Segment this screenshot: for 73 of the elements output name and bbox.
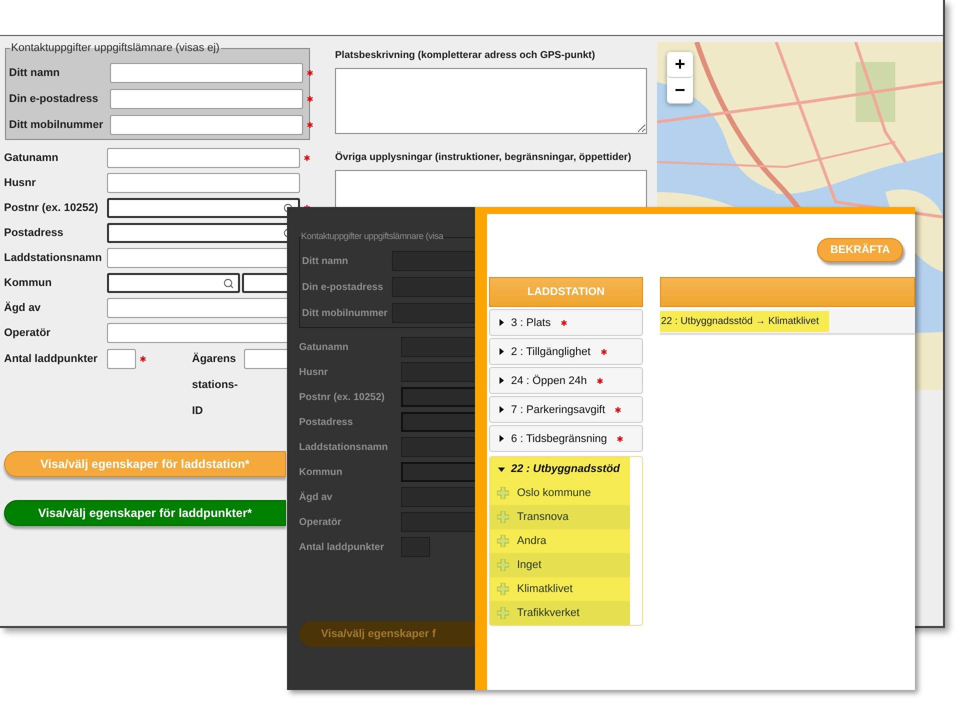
field-label: Ditt namn (302, 256, 350, 266)
field-label: Antal laddpunkter (299, 542, 386, 552)
field-label: Postnr (ex. 10252) (4, 202, 100, 214)
field-label: Kommun (4, 277, 53, 289)
property-item[interactable]: 3 : Plats (489, 309, 643, 336)
option-row[interactable]: Trafikkverket (490, 601, 630, 625)
item-label: 2 : Tillgänglighet (511, 346, 590, 358)
plus-icon (497, 607, 509, 619)
search-field[interactable] (107, 273, 240, 293)
item-label: 22 : Utbyggnadsstöd (511, 463, 620, 475)
field-label: Ägd av (299, 492, 334, 502)
input-field[interactable] (110, 89, 303, 109)
input-field[interactable] (110, 115, 303, 135)
property-item[interactable]: 24 : Öppen 24h (489, 367, 643, 394)
item-label: 7 : Parkeringsavgift (511, 404, 606, 416)
field-label: Laddstationsnamn (299, 442, 389, 452)
selection-label: 22 : Utbyggnadsstöd → Klimatklivet (660, 310, 829, 332)
zoom-out-button[interactable]: − (667, 78, 693, 104)
plus-icon (497, 487, 509, 499)
plus-icon (497, 559, 509, 571)
plus-icon (497, 511, 509, 523)
property-item[interactable]: 7 : Parkeringsavgift (489, 396, 643, 423)
field-label: Ditt mobilnummer (9, 119, 104, 131)
fieldset-legend: Kontaktuppgifter uppgiftslämnare (visas ej) (10, 42, 220, 54)
field-label: Ditt mobilnummer (302, 308, 389, 318)
option-row[interactable]: Andra (490, 529, 630, 553)
field-label: Gatunamn (299, 342, 350, 352)
option-row[interactable]: Klimatklivet (490, 577, 630, 601)
field-label: Postadress (299, 416, 354, 428)
property-item[interactable]: 22 : Utbyggnadsstöd Oslo kommune Transnova Andra Inget Klimatklivet Trafikkverket (489, 456, 643, 626)
input-field[interactable] (107, 349, 136, 369)
option-label: Klimatklivet (517, 583, 573, 595)
list-header: LADDSTATION (489, 277, 643, 307)
search-field[interactable] (107, 198, 300, 218)
field-label: Ditt namn (9, 67, 61, 79)
field-label: Övriga upplysningar (instruktioner, begränsningar, öppettider) (335, 152, 632, 163)
field-label: Din e-postadress (9, 93, 100, 105)
option-row[interactable]: Oslo kommune (490, 481, 630, 505)
field-label: Ägd av (4, 302, 42, 314)
option-label: Oslo kommune (517, 487, 591, 499)
field-label: Laddstationsnamn (4, 252, 103, 264)
plus-icon (497, 583, 509, 595)
properties-button[interactable]: Visa/välj egenskaper för laddpunkter* (4, 500, 286, 526)
field-label: Postnr (ex. 10252) (299, 392, 386, 402)
property-item[interactable]: 6 : Tidsbegränsning (489, 425, 643, 452)
item-label: 24 : Öppen 24h (511, 374, 587, 386)
field-label: Gatunamn (4, 152, 60, 164)
option-row[interactable]: Transnova (490, 505, 630, 529)
option-label: Trafikkverket (517, 607, 580, 619)
zoom-in-button[interactable]: + (667, 52, 693, 78)
input-field[interactable] (107, 173, 300, 193)
search-icon (223, 278, 234, 288)
input-field[interactable] (107, 148, 300, 168)
option-label: Inget (517, 559, 542, 571)
field-label: Platsbeskrivning (kompletterar adress och GPS-punkt) (335, 50, 596, 61)
field-label: Operatör (299, 516, 342, 528)
field-label: Ägarens stations-ID (192, 352, 239, 419)
option-label: Andra (517, 535, 546, 547)
field-label: Din e-postadress (302, 282, 384, 292)
field-label: Operatör (4, 327, 52, 339)
field-label: Husnr (4, 177, 37, 189)
input-field[interactable] (110, 63, 303, 83)
field-label: Kommun (299, 466, 344, 478)
option-label: Transnova (517, 511, 569, 523)
option-row[interactable]: Inget (490, 553, 630, 577)
item-label: 3 : Plats (511, 316, 551, 328)
plus-icon (497, 535, 509, 547)
item-label: 6 : Tidsbegränsning (511, 432, 608, 444)
field-label: Antal laddpunkter (4, 353, 99, 365)
fieldset-legend: Kontaktuppgifter uppgiftslämnare (visa (301, 231, 444, 241)
field-label: Husnr (299, 366, 329, 378)
field-label: Postadress (4, 227, 64, 239)
property-item[interactable]: 2 : Tillgänglighet (489, 338, 643, 365)
